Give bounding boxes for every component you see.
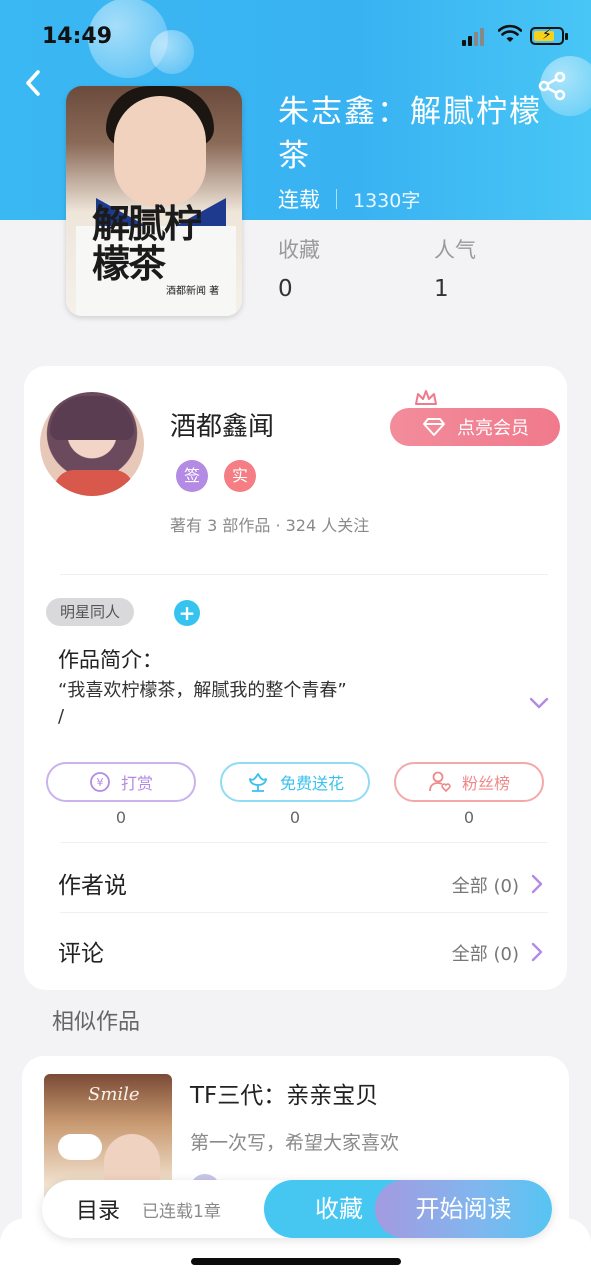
book-cover: 解腻柠檬茶 酒都新闻 著 — [66, 86, 242, 316]
tag-chip[interactable]: 明星同人 — [46, 598, 135, 626]
fan-rank-label: 粉丝榜 — [461, 774, 510, 793]
similar-book-title: TF三代：亲亲宝贝 — [190, 1083, 379, 1109]
book-meta: 连载 1330字 — [278, 184, 420, 214]
fan-rank-count: 0 — [463, 808, 475, 827]
stat-value: 1 — [434, 276, 449, 302]
divider — [60, 842, 548, 843]
add-tag-button[interactable]: + — [174, 600, 200, 626]
author-notes-title: 作者说 — [58, 873, 127, 899]
stat-value: 0 — [278, 276, 293, 302]
svg-text:¥: ¥ — [96, 776, 103, 789]
start-reading-button[interactable]: 开始阅读 — [375, 1180, 552, 1238]
flower-count: 0 — [289, 808, 301, 827]
status-bar: 14:49 ⚡ — [0, 0, 591, 70]
word-count: 1330字 — [353, 189, 421, 212]
author-notes-count: 全部 (0) — [451, 876, 519, 897]
flower-icon — [249, 773, 267, 792]
battery-icon: ⚡ — [530, 27, 568, 45]
stat-label: 人气 — [434, 238, 476, 262]
similar-cover-text: Smile — [88, 1084, 140, 1105]
diamond-icon — [423, 418, 445, 436]
chevron-right-icon — [531, 942, 543, 962]
tip-count: 0 — [115, 808, 127, 827]
toc-label: 目录 — [76, 1199, 121, 1224]
vip-button[interactable]: 点亮会员 — [390, 408, 560, 446]
bottom-action-bar: 目录 已连载1章 收藏 开始阅读 — [42, 1180, 552, 1238]
intro-text: “我喜欢柠檬茶，解腻我的整个青春” / — [58, 680, 347, 727]
signed-badge: 签 — [176, 460, 208, 492]
send-flower-button[interactable]: 免费送花 — [220, 762, 370, 802]
home-indicator — [191, 1258, 401, 1265]
vip-label: 点亮会员 — [457, 418, 529, 439]
cover-title: 解腻柠檬茶 — [92, 201, 202, 286]
coin-icon: ¥ — [90, 772, 110, 792]
chevron-left-icon — [26, 70, 40, 96]
crown-icon — [415, 390, 437, 405]
status-time: 14:49 — [42, 24, 113, 49]
divider — [60, 912, 548, 913]
wifi-icon — [498, 24, 522, 42]
comments-count: 全部 (0) — [451, 944, 519, 965]
book-status: 连载 — [278, 188, 320, 212]
flower-label: 免费送花 — [279, 774, 344, 793]
chevron-down-icon[interactable] — [528, 696, 550, 710]
stat-favorites: 收藏 0 — [278, 234, 320, 302]
intro-title: 作品简介： — [58, 648, 163, 672]
stat-label: 收藏 — [278, 238, 320, 262]
back-button[interactable] — [20, 66, 50, 100]
user-heart-icon — [429, 771, 451, 793]
author-card: 酒都鑫闻 签 实 著有 3 部作品 · 324 人关注 点亮会员 明星同人 + … — [24, 366, 567, 990]
book-title: 朱志鑫：解腻柠檬茶 — [278, 94, 542, 174]
chevron-right-icon — [531, 874, 543, 894]
cover-author: 酒都新闻 著 — [166, 286, 220, 297]
divider — [60, 574, 548, 575]
signal-icon — [462, 28, 488, 46]
author-name[interactable]: 酒都鑫闻 — [170, 406, 274, 443]
stat-popularity: 人气 1 — [434, 234, 476, 302]
author-avatar[interactable] — [40, 392, 144, 496]
tip-label: 打赏 — [120, 774, 153, 793]
meta-divider — [336, 189, 337, 209]
comments-title: 评论 — [58, 941, 104, 967]
tip-button[interactable]: ¥ 打赏 — [46, 762, 196, 802]
similar-heading: 相似作品 — [52, 1010, 141, 1035]
fan-rank-button[interactable]: 粉丝榜 — [394, 762, 544, 802]
author-stats: 著有 3 部作品 · 324 人关注 — [170, 516, 370, 535]
verified-badge: 实 — [224, 460, 256, 492]
similar-book-desc: 第一次写，希望大家喜欢 — [190, 1132, 400, 1154]
chapter-count: 已连载1章 — [142, 1202, 221, 1222]
